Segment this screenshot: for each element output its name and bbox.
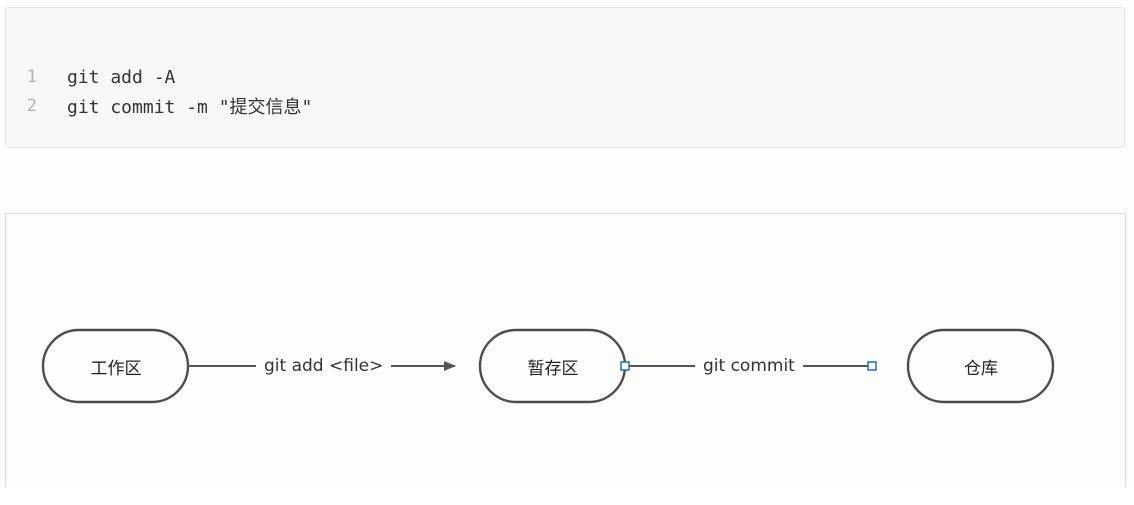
code-text: git add -A bbox=[67, 66, 176, 88]
line-number: 2 bbox=[26, 96, 37, 116]
code-line: 2 git commit -m "提交信息" bbox=[6, 92, 313, 120]
repository-node-label: 仓库 bbox=[964, 358, 998, 379]
edge-label-git-commit: git commit bbox=[695, 354, 803, 378]
workspace-node-label: 工作区 bbox=[90, 358, 142, 379]
code-line: 1 git add -A bbox=[6, 63, 176, 91]
line-number: 1 bbox=[26, 67, 37, 87]
git-flow-diagram: 工作区 暂存区 仓库 git add <file> git commit bbox=[5, 213, 1126, 505]
code-text: git commit -m "提交信息" bbox=[67, 97, 313, 118]
edge-label-git-add: git add <file> bbox=[256, 354, 392, 378]
connector-handle-end[interactable] bbox=[867, 361, 877, 371]
code-block: 1 git add -A 2 git commit -m "提交信息" bbox=[5, 7, 1125, 148]
staging-node-label: 暂存区 bbox=[527, 358, 579, 379]
bottom-edge bbox=[0, 487, 1134, 505]
